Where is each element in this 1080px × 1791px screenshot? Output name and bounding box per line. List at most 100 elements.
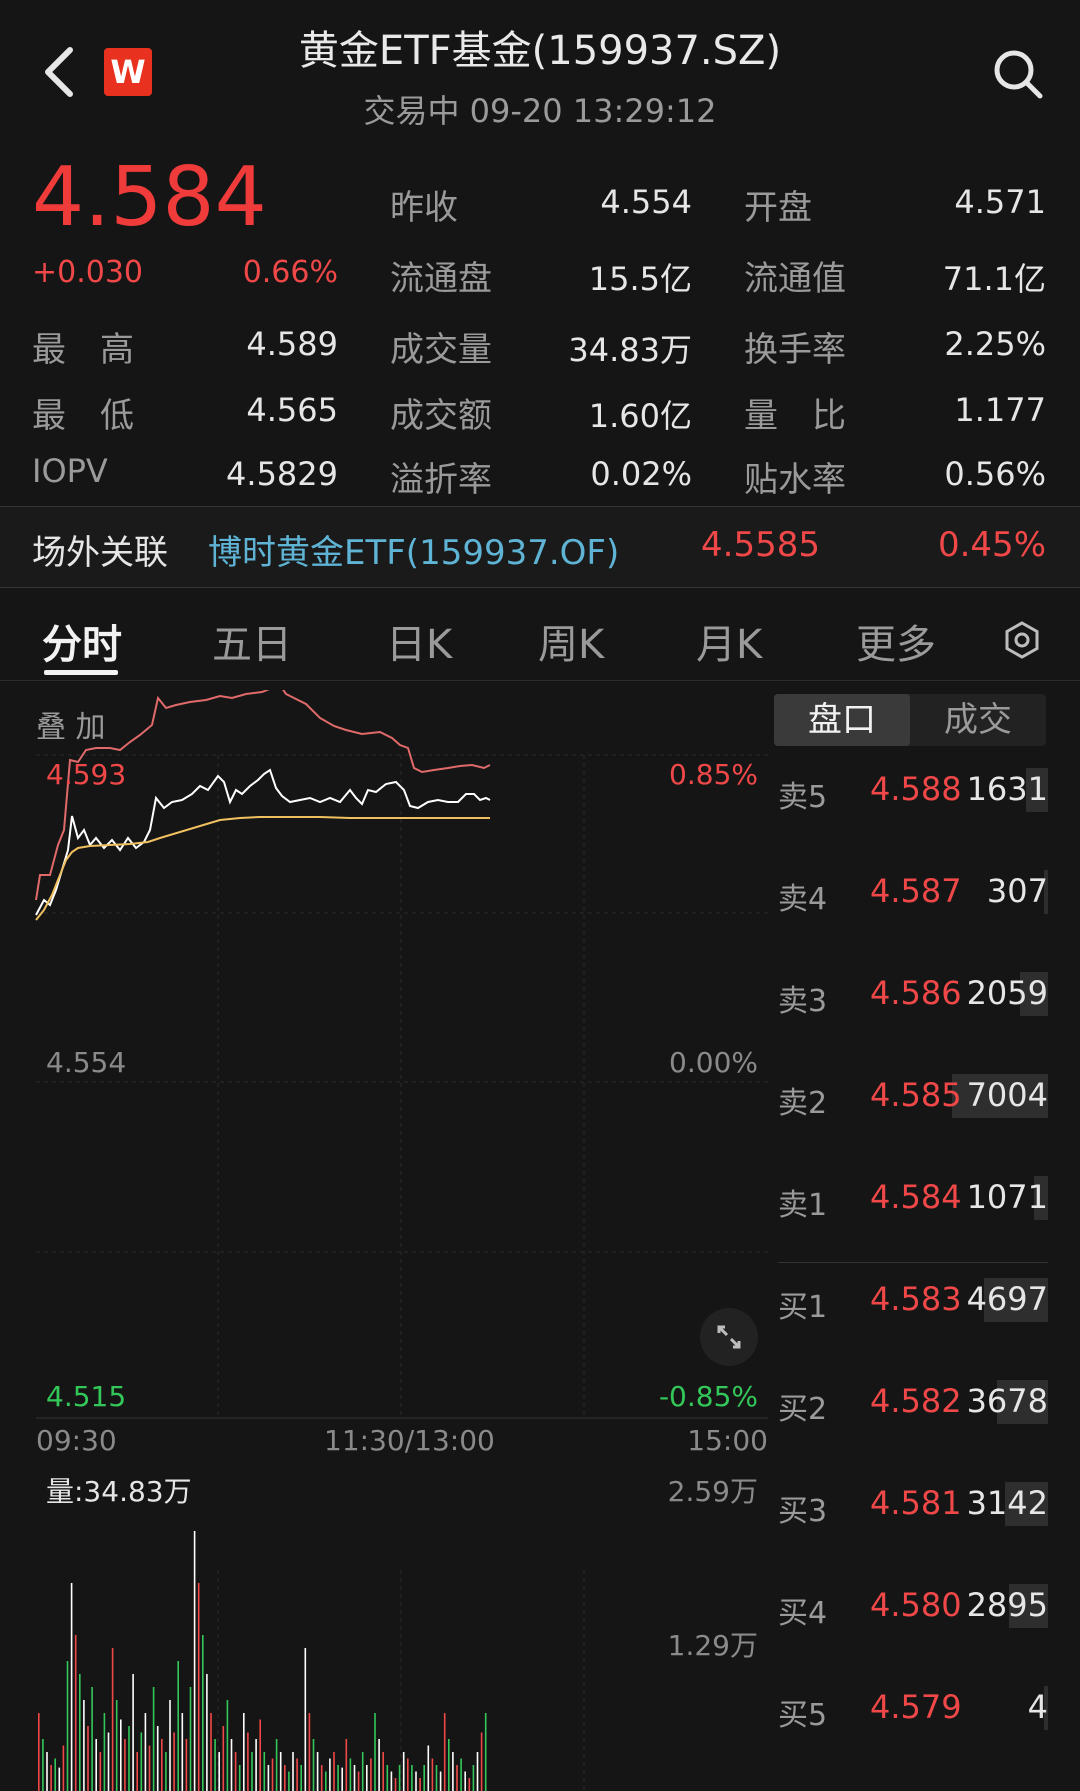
volume-bar	[79, 1674, 81, 1791]
related-fund-link[interactable]: 博时黄金ETF(159937.OF)	[208, 525, 619, 574]
tab-five-day[interactable]: 五日	[212, 612, 292, 670]
volume-bar	[66, 1661, 69, 1791]
qty-value: 2895	[966, 1586, 1048, 1624]
chart-settings-button[interactable]	[1002, 620, 1042, 660]
high-value: 4.589	[246, 325, 338, 363]
turnover-rate-value: 2.25%	[944, 325, 1046, 363]
volume-bar	[247, 1732, 249, 1791]
price-value: 4.587	[870, 872, 962, 910]
tab-monthly-k[interactable]: 月K	[696, 612, 762, 670]
open-label: 开盘	[744, 188, 812, 228]
volume-bar	[124, 1739, 126, 1791]
back-button[interactable]	[40, 42, 80, 102]
ask-row[interactable]: 卖1 4.584 1071	[778, 1168, 1048, 1228]
volume-bar	[156, 1726, 159, 1791]
float-value-label: 流通值	[744, 259, 846, 299]
volume-bar	[275, 1739, 278, 1791]
volume-bar	[341, 1767, 343, 1791]
app-logo[interactable]: W	[104, 48, 152, 96]
ask-row[interactable]: 卖3 4.586 2059	[778, 964, 1048, 1024]
tab-intraday[interactable]: 分时	[42, 612, 122, 670]
volume-bar	[431, 1758, 434, 1791]
volume-bar	[95, 1739, 97, 1791]
volume-title: 量:34.83万	[46, 1475, 192, 1508]
volume-bar	[185, 1739, 188, 1791]
volume-bar	[456, 1765, 458, 1791]
volume-bar	[443, 1713, 446, 1791]
volume-bar	[74, 1635, 77, 1791]
tab-trades[interactable]: 成交	[910, 694, 1046, 746]
volume-bar	[419, 1778, 421, 1791]
volume-bar	[349, 1758, 352, 1791]
pct-low-label: -0.85%	[658, 1380, 758, 1413]
volume-bar	[169, 1700, 171, 1791]
volume-bar	[120, 1719, 122, 1791]
price-value: 4.582	[870, 1382, 962, 1420]
high-label: 最 高	[32, 330, 134, 370]
volume-bar	[99, 1752, 102, 1791]
price-value: 4.588	[870, 770, 962, 808]
premium-label: 溢折率	[390, 460, 492, 500]
float-shares-label: 流通盘	[390, 259, 492, 299]
tab-more[interactable]: 更多	[856, 612, 936, 670]
ask-row[interactable]: 卖4 4.587 307	[778, 862, 1048, 922]
volume-bar	[42, 1739, 44, 1791]
ask-row[interactable]: 卖2 4.585 7004	[778, 1066, 1048, 1126]
tab-weekly-k[interactable]: 周K	[538, 612, 604, 670]
price-value: 4.581	[870, 1484, 962, 1522]
volume-ratio-value: 1.177	[954, 391, 1046, 429]
side-label: 买4	[778, 1596, 828, 1631]
intraday-chart[interactable]: 叠 加 4.593 0.85% 4.554 0.00% 4.515 -0.85%…	[0, 690, 770, 1791]
volume-bar	[312, 1739, 315, 1791]
volume-bar	[345, 1739, 348, 1791]
volume-bar	[58, 1767, 61, 1791]
qty-value: 4697	[966, 1280, 1048, 1318]
volume-bar	[308, 1713, 311, 1791]
fullscreen-button[interactable]	[700, 1308, 758, 1366]
volume-bar	[91, 1687, 93, 1791]
overlay-button[interactable]: 叠 加	[36, 702, 106, 746]
pct-mid-label: 0.00%	[669, 1046, 758, 1079]
bid-row[interactable]: 买4 4.580 2895	[778, 1576, 1048, 1636]
bid-row[interactable]: 买5 4.579 4	[778, 1678, 1048, 1738]
volume-bar	[374, 1713, 376, 1791]
orderbook-tabs: 盘口 成交	[774, 694, 1046, 746]
volume-bar	[279, 1752, 282, 1791]
price-value: 4.583	[870, 1280, 962, 1318]
volume-label: 成交量	[390, 330, 492, 370]
last-price: 4.584	[32, 150, 267, 245]
volume-bar	[382, 1752, 384, 1791]
volume-bar	[452, 1752, 454, 1791]
bid-row[interactable]: 买3 4.581 3142	[778, 1474, 1048, 1534]
volume-bar	[189, 1687, 192, 1791]
tab-orderbook[interactable]: 盘口	[774, 694, 910, 746]
side-label: 卖3	[778, 984, 828, 1019]
average-line	[35, 816, 490, 921]
volume-bar	[468, 1778, 471, 1791]
volume-bar	[394, 1778, 397, 1791]
search-icon	[994, 50, 1043, 99]
volume-bar	[357, 1771, 360, 1791]
qty-value: 1071	[966, 1178, 1048, 1216]
trading-status: 交易中 09-20 13:29:12	[363, 92, 717, 130]
ask-row[interactable]: 卖5 4.588 1631	[778, 760, 1048, 820]
volume-bar	[439, 1771, 442, 1791]
price-change-pct: 0.66%	[242, 255, 338, 290]
bid-row[interactable]: 买2 4.582 3678	[778, 1372, 1048, 1432]
price-value: 4.584	[870, 1178, 962, 1216]
page-title: 黄金ETF基金(159937.SZ)	[298, 28, 782, 74]
search-button[interactable]	[992, 48, 1044, 100]
open-value: 4.571	[954, 183, 1046, 221]
iopv-label: IOPV	[32, 452, 108, 490]
related-pct: 0.45%	[937, 525, 1046, 565]
side-label: 买3	[778, 1494, 828, 1529]
tab-daily-k[interactable]: 日K	[386, 612, 452, 670]
bid-row[interactable]: 买1 4.583 4697	[778, 1270, 1048, 1330]
volume-bar	[111, 1648, 114, 1791]
qty-value: 7004	[966, 1076, 1048, 1114]
volume-bar	[46, 1752, 48, 1791]
related-fund-row[interactable]: 场外关联 博时黄金ETF(159937.OF) 4.5585 0.45%	[0, 506, 1080, 588]
volume-bar	[70, 1583, 73, 1791]
volume-bar	[484, 1713, 487, 1791]
related-label: 场外关联	[32, 533, 168, 573]
